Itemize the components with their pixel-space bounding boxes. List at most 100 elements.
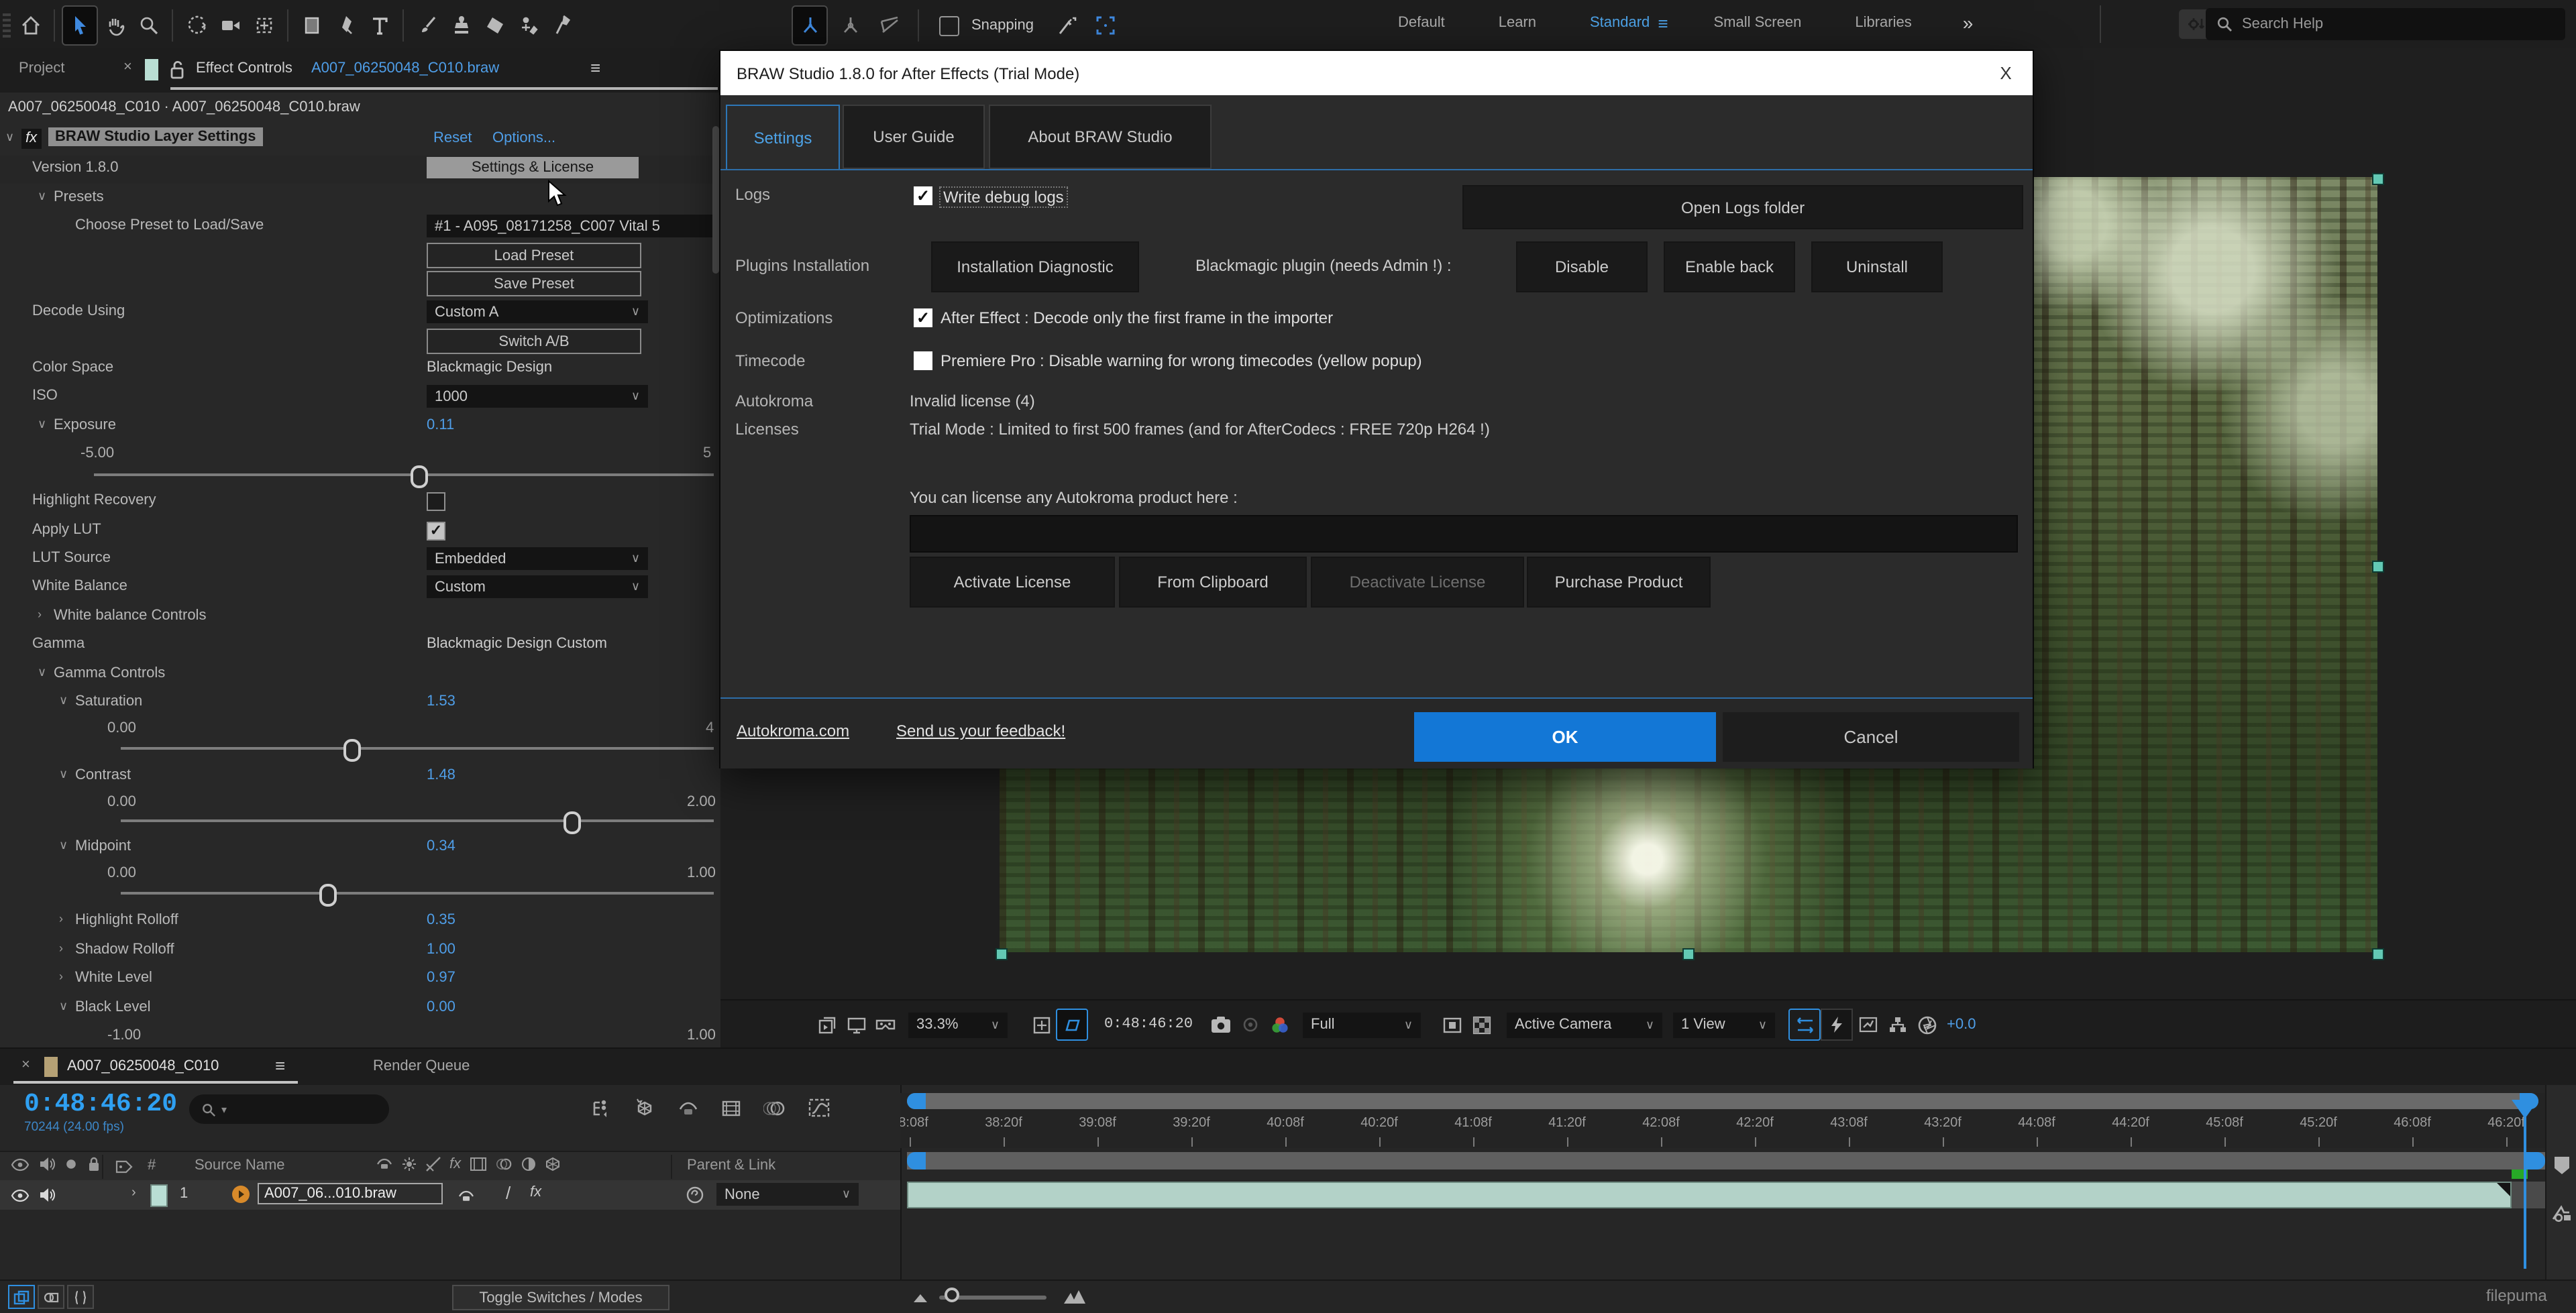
- rectangle-tool-icon[interactable]: [295, 7, 329, 44]
- type-tool-icon[interactable]: [362, 7, 396, 44]
- disable-button[interactable]: Disable: [1516, 241, 1648, 292]
- work-area-start-handle[interactable]: [907, 1152, 926, 1169]
- more-workspaces-chevron[interactable]: »: [1963, 12, 1974, 34]
- viewer-timecode[interactable]: 0:48:46:20: [1104, 1017, 1193, 1033]
- always-preview-icon[interactable]: [812, 1010, 841, 1039]
- project-tab-close-icon[interactable]: ×: [123, 59, 132, 75]
- zoom-in-mountains-icon[interactable]: [1063, 1288, 1087, 1305]
- twirl-icon[interactable]: ∨: [38, 665, 46, 680]
- toggle-switches-modes-button[interactable]: Toggle Switches / Modes: [452, 1285, 669, 1310]
- snap-box-icon[interactable]: [1089, 7, 1122, 44]
- contrast-value[interactable]: 1.48: [427, 767, 455, 783]
- motion-blur-icon[interactable]: [763, 1098, 786, 1118]
- twirl-right-icon[interactable]: ›: [59, 912, 63, 925]
- magnification-dropdown[interactable]: 33.3% ∨: [908, 1012, 1008, 1037]
- primary-viewer-icon[interactable]: [841, 1010, 871, 1039]
- graph-editor-icon[interactable]: [808, 1097, 830, 1119]
- workspace-learn[interactable]: Learn: [1499, 15, 1536, 31]
- twirl-right-icon[interactable]: ›: [59, 941, 63, 955]
- fast-previews-icon[interactable]: [1821, 1009, 1853, 1041]
- active-camera-dropdown[interactable]: Active Camera ∨: [1507, 1012, 1662, 1037]
- navigator-start-handle[interactable]: [907, 1093, 926, 1109]
- from-clipboard-button[interactable]: From Clipboard: [1119, 557, 1307, 608]
- snapping-checkbox[interactable]: [939, 15, 959, 36]
- parent-link-column-header[interactable]: Parent & Link: [687, 1157, 775, 1174]
- workspace-menu-icon[interactable]: ≡: [1658, 13, 1668, 33]
- world-axis-mode-icon[interactable]: [833, 7, 867, 44]
- layer-quality-icon[interactable]: /: [506, 1183, 511, 1203]
- decode-first-frame-label[interactable]: After Effect : Decode only the first fra…: [941, 308, 1333, 327]
- contrast-slider-handle[interactable]: [564, 811, 581, 834]
- orbit-camera-tool-icon[interactable]: [180, 7, 213, 44]
- layer-handle-bottom-right[interactable]: [2372, 948, 2384, 960]
- timeline-comp-tab[interactable]: A007_06250048_C010: [67, 1058, 219, 1074]
- settings-license-button[interactable]: Settings & License: [427, 157, 639, 178]
- reset-link[interactable]: Reset: [433, 130, 472, 146]
- zoom-out-mountain-icon[interactable]: [912, 1292, 928, 1304]
- puppet-pin-tool-icon[interactable]: [545, 7, 578, 44]
- transparency-grid-icon[interactable]: [1466, 1010, 1496, 1039]
- installation-diagnostic-button[interactable]: Installation Diagnostic: [931, 241, 1139, 292]
- channels-icon[interactable]: [1265, 1010, 1295, 1039]
- region-of-interest-icon[interactable]: [1056, 1009, 1088, 1041]
- frame-blending-icon[interactable]: [720, 1098, 742, 1118]
- layer-shy-icon[interactable]: [458, 1188, 475, 1204]
- disable-warning-checkbox[interactable]: [914, 351, 932, 370]
- twirl-right-icon[interactable]: ›: [38, 608, 42, 621]
- deactivate-license-button[interactable]: Deactivate License: [1311, 557, 1524, 608]
- timeline-search-box[interactable]: ▾: [189, 1094, 389, 1124]
- activate-license-button[interactable]: Activate License: [910, 557, 1115, 608]
- white-balance-dropdown[interactable]: Custom ∨: [427, 575, 648, 598]
- layer-label-swatch[interactable]: [150, 1184, 168, 1207]
- layer-handle-top-right[interactable]: [2372, 173, 2384, 185]
- exposure-slider-handle[interactable]: [411, 465, 428, 488]
- midpoint-slider-handle[interactable]: [319, 884, 337, 907]
- options-link[interactable]: Options...: [492, 130, 555, 146]
- pan-behind-tool-icon[interactable]: [247, 7, 280, 44]
- timeline-panel-icon[interactable]: [1853, 1010, 1882, 1039]
- dialog-titlebar[interactable]: BRAW Studio 1.8.0 for After Effects (Tri…: [720, 51, 2033, 95]
- eraser-tool-icon[interactable]: [478, 7, 511, 44]
- tab-user-guide[interactable]: User Guide: [843, 105, 985, 169]
- source-name-column-header[interactable]: Source Name: [195, 1157, 285, 1174]
- layer-fx-icon[interactable]: fx: [530, 1184, 541, 1200]
- layer-row[interactable]: › 1 A007_06...010.braw / fx None ∨: [0, 1180, 900, 1210]
- license-key-input[interactable]: [910, 515, 2018, 553]
- twirl-icon[interactable]: ∨: [38, 189, 46, 204]
- camera-tool-icon[interactable]: [213, 7, 247, 44]
- unlock-icon[interactable]: [169, 59, 185, 80]
- open-logs-folder-button[interactable]: Open Logs folder: [1462, 185, 2023, 229]
- expand-transfer-controls-icon[interactable]: [38, 1285, 64, 1309]
- panel-menu-icon[interactable]: ≡: [590, 58, 600, 78]
- work-area-end-handle[interactable]: [2526, 1152, 2545, 1169]
- panel-menu-icon[interactable]: ≡: [275, 1055, 285, 1076]
- resolution-dropdown[interactable]: Full ∨: [1303, 1012, 1421, 1037]
- decode-using-dropdown[interactable]: Custom A ∨: [427, 300, 648, 323]
- ok-button[interactable]: OK: [1414, 712, 1716, 762]
- help-search-box[interactable]: Search Help: [2206, 8, 2565, 40]
- midpoint-value[interactable]: 0.34: [427, 838, 455, 854]
- snapshot-camera-icon[interactable]: [1206, 1010, 1236, 1039]
- layer-eye-icon[interactable]: [11, 1188, 30, 1203]
- disable-warning-label[interactable]: Premiere Pro : Disable warning for wrong…: [941, 351, 1422, 370]
- shy-layers-icon[interactable]: [678, 1098, 699, 1118]
- timeline-tab-close-icon[interactable]: ×: [21, 1057, 30, 1073]
- mask-visibility-icon[interactable]: [1437, 1010, 1466, 1039]
- highlight-recovery-checkbox[interactable]: [427, 492, 445, 511]
- black-level-value[interactable]: 0.00: [427, 999, 455, 1015]
- comp-marker-bin-icon[interactable]: [2552, 1155, 2572, 1176]
- apply-lut-checkbox[interactable]: ✓: [427, 522, 445, 540]
- iso-dropdown[interactable]: 1000 ∨: [427, 385, 648, 408]
- layer-duration-bar[interactable]: [907, 1182, 2512, 1208]
- workspace-small-screen[interactable]: Small Screen: [1714, 15, 1802, 31]
- shadow-rolloff-value[interactable]: 1.00: [427, 941, 455, 958]
- saturation-slider-track[interactable]: [121, 747, 714, 750]
- choose-preset-dropdown[interactable]: #1 - A095_08171258_C007 Vital 5: [427, 215, 722, 237]
- grid-guides-icon[interactable]: [1026, 1010, 1056, 1039]
- selection-tool-icon[interactable]: [62, 5, 98, 46]
- twirl-icon[interactable]: ∨: [59, 693, 68, 708]
- saturation-value[interactable]: 1.53: [427, 693, 455, 709]
- tab-settings[interactable]: Settings: [726, 105, 840, 169]
- save-preset-button[interactable]: Save Preset: [427, 271, 641, 296]
- snap-options-icon[interactable]: [1050, 7, 1083, 44]
